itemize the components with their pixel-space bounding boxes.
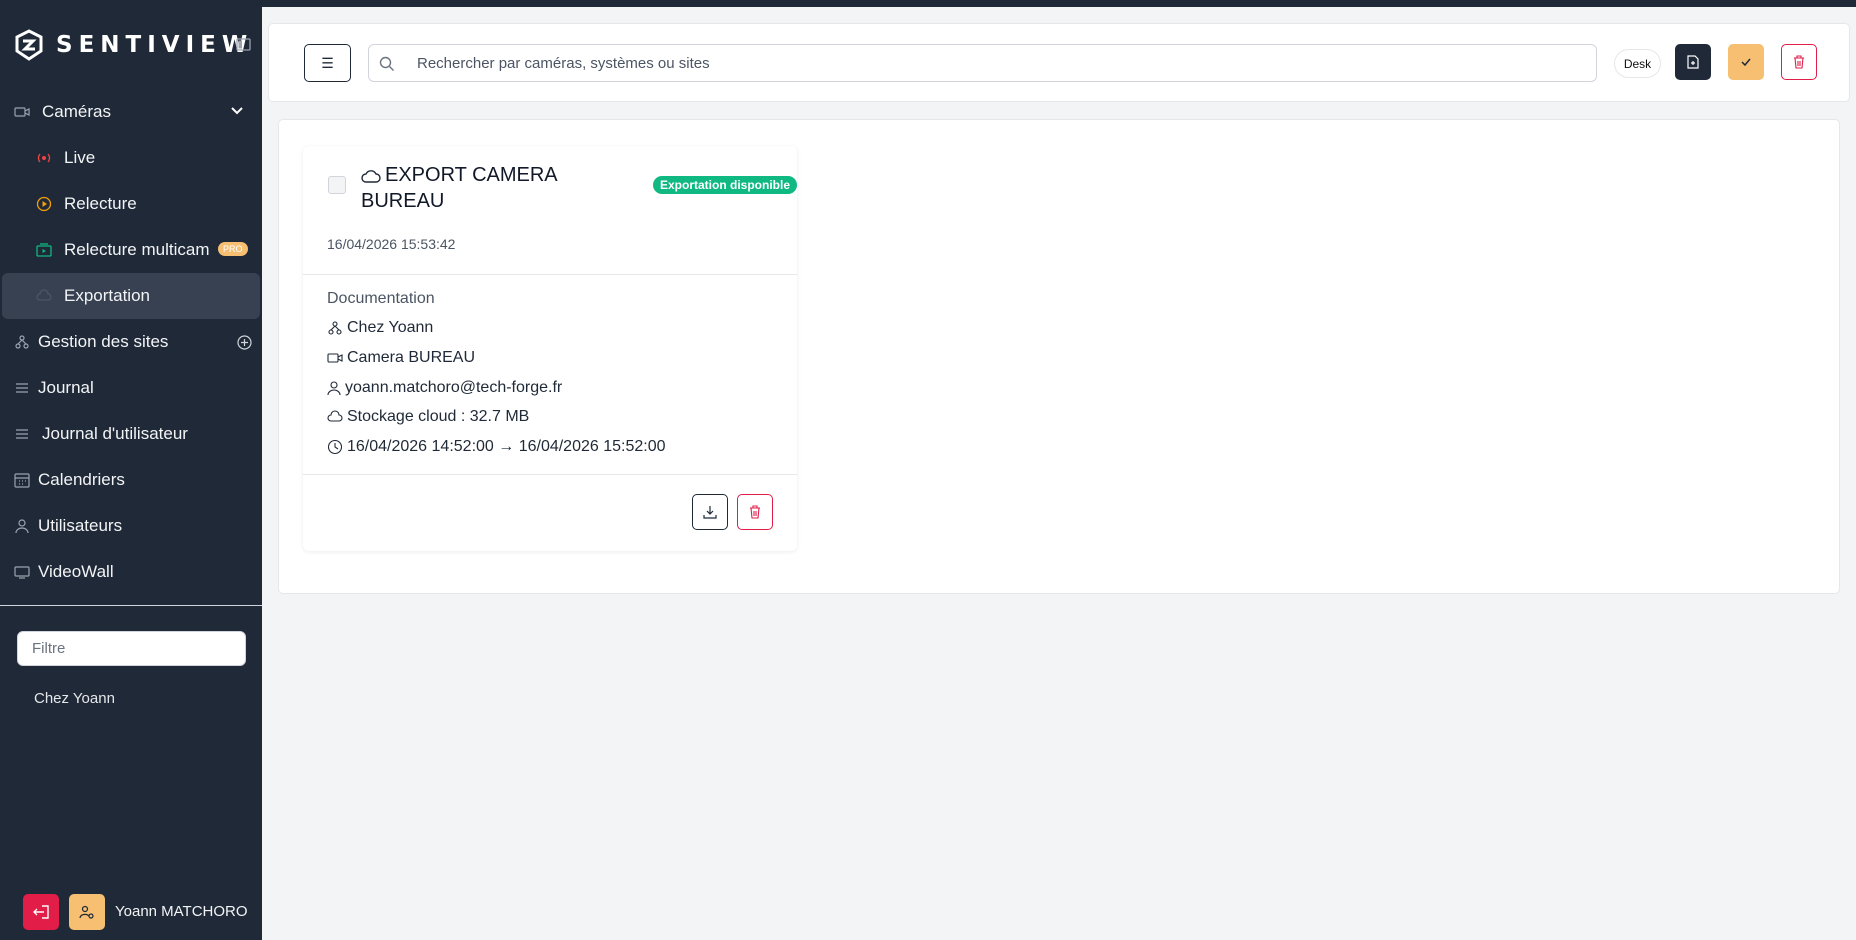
calendar-icon	[14, 473, 30, 488]
sidebar-item-label: Live	[64, 148, 96, 167]
detail-time-range-text: 16/04/2026 14:52:00 → 16/04/2026 15:52:0…	[347, 438, 666, 455]
sidebar-item-label: Relecture	[64, 194, 137, 213]
cloud-icon	[327, 410, 343, 422]
sidebar-item-calendriers[interactable]: Calendriers	[0, 457, 262, 503]
sidebar-item-label: Utilisateurs	[38, 516, 123, 535]
add-circle-icon[interactable]	[237, 335, 252, 350]
top-bar	[0, 0, 1856, 7]
site-filter-input[interactable]	[17, 631, 246, 666]
select-all-button[interactable]	[1728, 44, 1764, 80]
main-nav: Caméras Live Relecture Relecture multica…	[0, 89, 262, 595]
cloud-icon	[361, 169, 381, 183]
detail-user: yoann.matchoro@tech-forge.fr	[327, 379, 562, 397]
desk-toggle[interactable]: Desk	[1614, 49, 1661, 78]
sidebar-item-label: Relecture multicam	[64, 240, 210, 259]
sidebar-divider	[0, 605, 262, 606]
trash-icon	[1794, 55, 1804, 69]
sitemap-icon	[15, 335, 29, 349]
menu-button[interactable]: ☰	[304, 44, 351, 82]
sidebar-item-relecture[interactable]: Relecture	[0, 181, 262, 227]
user-name: Yoann MATCHORO	[115, 903, 248, 920]
sidebar-item-videowall[interactable]: VideoWall	[0, 549, 262, 595]
sidebar-item-label: Journal d'utilisateur	[42, 424, 188, 443]
export-date: 16/04/2026 15:53:42	[327, 236, 456, 252]
sidebar-item-label: Journal	[38, 378, 94, 397]
broadcast-icon	[37, 153, 51, 163]
file-add-icon	[1687, 55, 1699, 69]
exports-panel: EXPORT CAMERA BUREAU Exportation disponi…	[278, 119, 1840, 594]
search-icon	[379, 56, 394, 71]
sidebar-item-live[interactable]: Live	[0, 135, 262, 181]
sidebar-item-label: Calendriers	[38, 470, 125, 489]
sidebar-item-label: VideoWall	[38, 562, 114, 581]
download-button[interactable]	[692, 494, 728, 530]
sidebar-item-utilisateurs[interactable]: Utilisateurs	[0, 503, 262, 549]
site-list-item[interactable]: Chez Yoann	[34, 690, 115, 707]
user-icon	[15, 519, 29, 534]
logo-icon	[15, 29, 43, 61]
export-title-text: EXPORT CAMERA BUREAU	[361, 164, 557, 212]
detail-time-range: 16/04/2026 14:52:00 → 16/04/2026 15:52:0…	[327, 438, 666, 456]
brand-name: SENTIVIEW	[56, 32, 254, 58]
sidebar-item-label: Exportation	[64, 286, 150, 305]
card-divider	[303, 274, 797, 275]
clock-icon	[327, 439, 343, 455]
sidebar-item-journal[interactable]: Journal	[0, 365, 262, 411]
list-icon	[16, 383, 28, 393]
card-divider	[303, 474, 797, 475]
sidebar-item-relecture-multicam[interactable]: Relecture multicam PRO	[0, 227, 262, 273]
detail-camera: Camera BUREAU	[327, 349, 475, 367]
detail-camera-text: Camera BUREAU	[347, 349, 476, 366]
sidebar-item-label: Gestion des sites	[38, 332, 169, 351]
list-icon	[16, 429, 28, 439]
user-network-icon	[79, 905, 94, 919]
camera-icon	[14, 107, 30, 117]
sidebar-item-gestion-sites[interactable]: Gestion des sites	[0, 319, 262, 365]
trash-icon	[750, 505, 760, 519]
cloud-icon	[36, 289, 52, 301]
sidebar-item-cameras[interactable]: Caméras	[0, 89, 262, 135]
multicam-icon	[36, 243, 52, 257]
logo[interactable]: SENTIVIEW	[14, 29, 253, 61]
avatar[interactable]	[69, 894, 105, 930]
camera-icon	[327, 353, 343, 363]
play-circle-icon	[36, 196, 52, 212]
download-icon	[703, 506, 717, 519]
logout-button[interactable]	[23, 894, 59, 930]
user-icon	[327, 381, 341, 396]
sidebar-item-label: Caméras	[42, 102, 111, 121]
sidebar-item-exportation[interactable]: Exportation	[2, 273, 260, 319]
sidebar-item-journal-utilisateur[interactable]: Journal d'utilisateur	[0, 411, 262, 457]
search-box	[368, 44, 1597, 82]
detail-storage: Stockage cloud : 32.7 MB	[327, 408, 529, 426]
sidebar: SENTIVIEW Caméras Live Relecture Relectu…	[0, 7, 262, 940]
detail-site: Chez Yoann	[327, 319, 433, 337]
section-label: Documentation	[327, 290, 435, 307]
hamburger-icon: ☰	[321, 54, 334, 71]
search-input[interactable]	[417, 45, 1587, 81]
detail-user-text: yoann.matchoro@tech-forge.fr	[345, 379, 563, 396]
detail-site-text: Chez Yoann	[347, 319, 434, 336]
status-badge: Exportation disponible	[653, 176, 797, 194]
detail-storage-text: Stockage cloud : 32.7 MB	[347, 408, 530, 425]
select-checkbox[interactable]	[328, 176, 346, 194]
new-export-button[interactable]	[1675, 44, 1711, 80]
sitemap-icon	[328, 321, 342, 335]
delete-selected-button[interactable]	[1781, 44, 1817, 80]
check-icon	[1741, 58, 1751, 67]
sidebar-toggle-icon[interactable]	[236, 38, 251, 51]
logout-icon	[33, 905, 49, 919]
export-title: EXPORT CAMERA BUREAU	[361, 162, 601, 214]
pro-badge: PRO	[218, 242, 248, 256]
top-header: ☰ Desk	[268, 23, 1850, 102]
monitor-icon	[14, 566, 30, 579]
delete-export-button[interactable]	[737, 494, 773, 530]
export-card: EXPORT CAMERA BUREAU Exportation disponi…	[303, 146, 797, 551]
chevron-down-icon[interactable]	[230, 106, 244, 116]
